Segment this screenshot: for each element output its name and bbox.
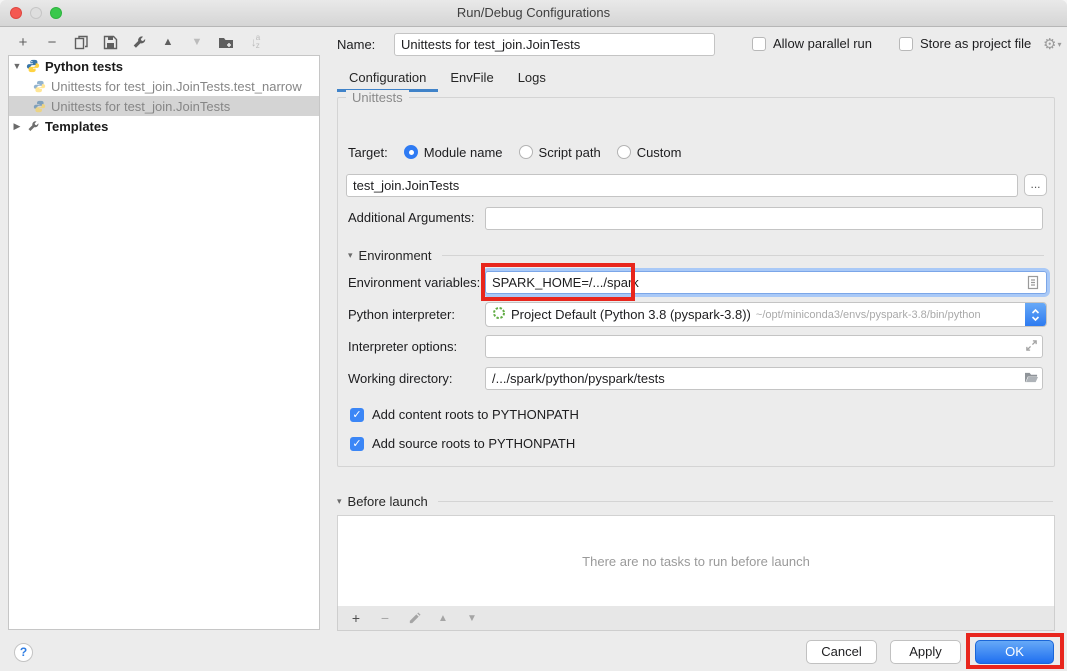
module-name-radio[interactable] <box>404 145 418 159</box>
remove-task-icon[interactable]: − <box>377 610 393 626</box>
tree-item-label: Unittests for test_join.JoinTests <box>51 99 230 114</box>
environment-header-label: Environment <box>359 248 432 263</box>
allow-parallel-run-row: Allow parallel run <box>752 36 872 51</box>
unittests-groupbox: Unittests Target: Module name Script pat… <box>337 97 1055 467</box>
store-as-project-file-label: Store as project file <box>920 36 1031 51</box>
chevron-down-icon[interactable]: ▼ <box>9 61 25 71</box>
sort-configurations-icon[interactable]: ↓az <box>246 33 264 51</box>
apply-button[interactable]: Apply <box>890 640 961 664</box>
gear-icon[interactable]: ⚙▾ <box>1043 35 1061 53</box>
environment-variables-input[interactable] <box>485 271 1047 294</box>
custom-radio[interactable] <box>617 145 631 159</box>
configurations-toolbar: + − ▲ ▼ ↓az <box>14 31 264 53</box>
custom-radio-label[interactable]: Custom <box>637 145 682 160</box>
move-task-down-icon[interactable]: ▼ <box>464 610 480 626</box>
target-label: Target: <box>348 145 388 160</box>
module-name-radio-label[interactable]: Module name <box>424 145 503 160</box>
environment-section-header[interactable]: ▾ Environment <box>348 248 1044 263</box>
collapse-triangle-icon[interactable]: ▾ <box>348 250 353 261</box>
unittests-legend: Unittests <box>346 90 409 105</box>
ok-button[interactable]: OK <box>975 640 1054 664</box>
interpreter-path: ~/opt/miniconda3/envs/pyspark-3.8/bin/py… <box>756 309 1021 321</box>
add-task-icon[interactable]: + <box>348 610 364 626</box>
move-task-up-icon[interactable]: ▲ <box>435 610 451 626</box>
target-row: Target: Module name Script path Custom <box>348 143 681 161</box>
configurations-tree: ▼ Python tests Unittests for test_join.J… <box>8 55 320 630</box>
add-source-roots-checkbox[interactable]: ✓ <box>350 437 364 451</box>
copy-configuration-icon[interactable] <box>72 33 90 51</box>
tree-item-unittests-jointests-selected[interactable]: Unittests for test_join.JoinTests <box>9 96 319 116</box>
before-launch-task-list: There are no tasks to run before launch <box>337 515 1055 607</box>
add-content-roots-row: ✓ Add content roots to PYTHONPATH <box>350 407 579 422</box>
python-icon <box>31 98 47 114</box>
chevron-right-icon[interactable]: ▶ <box>9 121 25 132</box>
add-source-roots-row: ✓ Add source roots to PYTHONPATH <box>350 436 575 451</box>
allow-parallel-run-checkbox[interactable] <box>752 37 766 51</box>
additional-arguments-label: Additional Arguments: <box>348 210 474 225</box>
before-launch-toolbar: + − ▲ ▼ <box>337 606 1055 631</box>
tree-item-python-tests[interactable]: ▼ Python tests <box>9 56 319 76</box>
collapse-triangle-icon[interactable]: ▾ <box>337 496 342 507</box>
python-icon <box>31 78 47 94</box>
tab-logs[interactable]: Logs <box>506 66 558 92</box>
tree-item-label: Unittests for test_join.JoinTests.test_n… <box>51 79 302 94</box>
edit-task-icon[interactable] <box>406 610 422 626</box>
save-configuration-icon[interactable] <box>101 33 119 51</box>
additional-arguments-input[interactable] <box>485 207 1043 230</box>
add-content-roots-label: Add content roots to PYTHONPATH <box>372 407 579 422</box>
remove-configuration-icon[interactable]: − <box>43 33 61 51</box>
section-divider <box>442 255 1044 256</box>
add-configuration-icon[interactable]: + <box>14 33 32 51</box>
store-as-project-file-checkbox[interactable] <box>899 37 913 51</box>
working-directory-label: Working directory: <box>348 371 453 386</box>
python-icon <box>25 58 41 74</box>
new-folder-icon[interactable] <box>217 33 235 51</box>
interpreter-options-label: Interpreter options: <box>348 339 457 354</box>
wrench-icon <box>25 118 41 134</box>
cancel-button[interactable]: Cancel <box>806 640 877 664</box>
move-up-icon[interactable]: ▲ <box>159 33 177 51</box>
environment-variables-field-wrap <box>485 271 1047 294</box>
no-tasks-message: There are no tasks to run before launch <box>582 554 810 569</box>
python-interpreter-label: Python interpreter: <box>348 307 455 322</box>
expand-field-icon[interactable] <box>1025 339 1041 355</box>
titlebar: Run/Debug Configurations <box>0 0 1067 27</box>
section-divider <box>438 501 1053 502</box>
interpreter-options-input[interactable] <box>485 335 1043 358</box>
tab-bar: Configuration EnvFile Logs <box>337 66 558 92</box>
tree-item-label: Templates <box>45 119 108 134</box>
tree-item-label: Python tests <box>45 59 123 74</box>
allow-parallel-run-label: Allow parallel run <box>773 36 872 51</box>
edit-templates-icon[interactable] <box>130 33 148 51</box>
add-content-roots-checkbox[interactable]: ✓ <box>350 408 364 422</box>
working-directory-input[interactable] <box>485 367 1043 390</box>
add-source-roots-label: Add source roots to PYTHONPATH <box>372 436 575 451</box>
select-stepper-icon[interactable] <box>1025 302 1046 327</box>
name-input[interactable] <box>394 33 715 56</box>
browse-variables-icon[interactable] <box>1026 275 1042 291</box>
name-label: Name: <box>337 37 375 52</box>
move-down-icon[interactable]: ▼ <box>188 33 206 51</box>
environment-variables-label: Environment variables: <box>348 275 480 290</box>
interpreter-name: Project Default (Python 3.8 (pyspark-3.8… <box>511 307 751 322</box>
before-launch-section-header[interactable]: ▾ Before launch <box>337 494 1053 509</box>
tab-envfile[interactable]: EnvFile <box>438 66 505 92</box>
script-path-radio[interactable] <box>519 145 533 159</box>
tree-item-unittests-test-narrow[interactable]: Unittests for test_join.JoinTests.test_n… <box>9 76 319 96</box>
tab-configuration[interactable]: Configuration <box>337 66 438 92</box>
target-module-input[interactable] <box>346 174 1018 197</box>
run-debug-configurations-dialog: Run/Debug Configurations + − ▲ ▼ ↓az ▼ P… <box>0 0 1067 671</box>
store-as-project-file-row: Store as project file <box>899 36 1031 51</box>
script-path-radio-label[interactable]: Script path <box>539 145 601 160</box>
tree-item-templates[interactable]: ▶ Templates <box>9 116 319 136</box>
help-button[interactable]: ? <box>14 643 33 662</box>
python-interpreter-select[interactable]: Project Default (Python 3.8 (pyspark-3.8… <box>485 302 1047 327</box>
window-title: Run/Debug Configurations <box>0 0 1067 26</box>
folder-icon[interactable] <box>1024 371 1040 387</box>
before-launch-header-label: Before launch <box>348 494 428 509</box>
configuration-panel: Name: Allow parallel run Store as projec… <box>337 32 1055 632</box>
browse-button[interactable]: ... <box>1024 174 1047 196</box>
conda-icon <box>492 306 506 323</box>
